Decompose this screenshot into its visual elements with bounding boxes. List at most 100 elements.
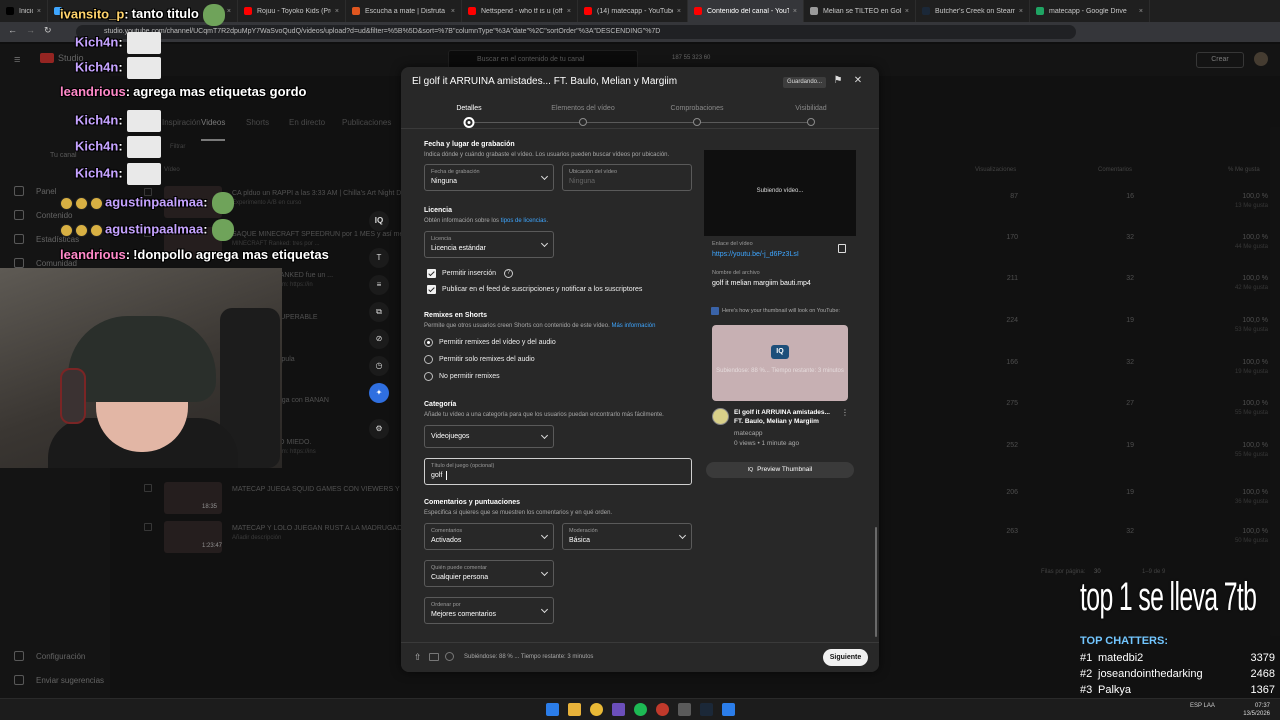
obs-icon[interactable]: [612, 703, 625, 716]
tab-label: matecapp - Google Drive: [1049, 7, 1127, 15]
copy-icon[interactable]: [838, 244, 846, 253]
webcam-overlay: [0, 268, 282, 468]
step-dot-details[interactable]: [463, 117, 475, 128]
spotify-icon[interactable]: [634, 703, 647, 716]
clock-tool-button[interactable]: ◷: [369, 356, 389, 376]
filename-label: Nombre del archivo: [712, 270, 760, 276]
address-bar[interactable]: studio.youtube.com/channel/UCqmT7R2dpuMp…: [76, 25, 1076, 39]
field-value: Activados: [431, 537, 462, 544]
iq-tool-button[interactable]: IQ: [369, 211, 389, 231]
tab-browser[interactable]: matecapp - Google Drive ×: [1030, 0, 1150, 22]
category-desc: Añade tu vídeo a una categoría para que …: [424, 412, 664, 418]
windows-start-icon[interactable]: [546, 703, 559, 716]
clock[interactable]: 07:37 13/5/2026: [1243, 702, 1270, 718]
more-vert-icon[interactable]: ⋮: [841, 408, 849, 417]
close-tab-icon[interactable]: ×: [673, 8, 681, 15]
step-visibility[interactable]: Visibilidad: [795, 105, 826, 112]
reload-icon[interactable]: ↻: [44, 25, 52, 36]
feedback-icon[interactable]: ⚑: [832, 75, 844, 87]
thumbnail-overlay-text: Subiendose: 88 %... Tiempo restante: 3 m…: [716, 368, 844, 374]
step-dot-video-elements[interactable]: [579, 118, 587, 126]
remix-option-radio[interactable]: [424, 338, 433, 347]
sort-by-select[interactable]: Ordenar por Mejores comentarios: [424, 597, 554, 624]
game-title-input[interactable]: Título del juego (opcional) golf: [424, 458, 692, 485]
favicon-icon: [468, 7, 476, 15]
remix-option-radio[interactable]: [424, 355, 433, 364]
license-heading: Licencia: [424, 207, 453, 214]
tag-tool-button[interactable]: ⊘: [369, 329, 389, 349]
dialog-scrollbar[interactable]: [875, 527, 877, 637]
tab-label: Rojuu - Toyoko Kids (Prod By: [257, 7, 331, 15]
tab-browser[interactable]: Escucha a mate | Disfruta de l×: [346, 0, 462, 22]
magic-tool-button[interactable]: ✦: [369, 383, 389, 403]
location-input[interactable]: Ubicación del vídeo Ninguna: [562, 164, 692, 191]
chrome-icon[interactable]: [590, 703, 603, 716]
file-explorer-icon[interactable]: [568, 703, 581, 716]
text-tool-button[interactable]: T: [369, 248, 389, 268]
app-icon[interactable]: [656, 703, 669, 716]
chat-separator: :: [118, 138, 123, 154]
step-video-elements[interactable]: Elementos del vídeo: [551, 105, 614, 112]
close-tab-icon[interactable]: ×: [901, 8, 909, 15]
settings-tool-button[interactable]: ⚙: [369, 419, 389, 439]
license-types-link[interactable]: tipos de licencias: [501, 218, 547, 224]
tab-browser[interactable]: Inicio / X×: [0, 0, 48, 22]
tab-browser[interactable]: Contenido del canal - YouTub×: [688, 0, 804, 22]
close-tab-icon[interactable]: ×: [331, 8, 339, 15]
app-icon[interactable]: [678, 703, 691, 716]
chat-username: Kich4n: [75, 59, 119, 75]
steam-icon[interactable]: [700, 703, 713, 716]
video-preview: Subiendo vídeo...: [704, 150, 856, 236]
comments-select[interactable]: Comentarios Activados: [424, 523, 554, 550]
back-icon[interactable]: ←: [8, 25, 17, 35]
step-details[interactable]: Detalles: [456, 105, 481, 112]
close-tab-icon[interactable]: ×: [563, 8, 571, 15]
app-icon[interactable]: [722, 703, 735, 716]
step-checks[interactable]: Comprobaciones: [671, 105, 724, 112]
tab-browser[interactable]: (14) matecapp - YouTube ×: [578, 0, 688, 22]
close-tab-icon[interactable]: ×: [1135, 8, 1143, 15]
license-desc-text: Obtén información sobre los: [424, 218, 501, 224]
video-link[interactable]: https://youtu.be/-j_d6Pz3LsI: [712, 251, 799, 258]
tab-browser[interactable]: Rojuu - Toyoko Kids (Prod By×: [238, 0, 346, 22]
field-value: Videojuegos: [431, 433, 470, 440]
image-tool-button[interactable]: ⧉: [369, 302, 389, 322]
license-select[interactable]: Licencia Licencia estándar: [424, 231, 554, 258]
chat-separator: :: [203, 194, 208, 210]
publish-feed-checkbox[interactable]: [427, 285, 436, 294]
chevron-down-icon: [540, 431, 549, 440]
chat-message: agustinpaalmaa:: [60, 219, 234, 241]
next-button[interactable]: Siguiente: [823, 649, 868, 666]
chat-username: leandrious: [60, 247, 126, 262]
clock-date: 13/5/2026: [1243, 711, 1270, 717]
step-dot-visibility[interactable]: [807, 118, 815, 126]
close-tab-icon[interactable]: ×: [789, 8, 797, 15]
field-label: Licencia: [431, 236, 452, 242]
allow-embed-checkbox[interactable]: [427, 269, 436, 278]
moderation-select[interactable]: Moderación Básica: [562, 523, 692, 550]
recording-date-select[interactable]: Fecha de grabación Ninguna: [424, 164, 554, 191]
forward-icon[interactable]: →: [26, 25, 35, 35]
tab-browser[interactable]: Butcher's Creek on Steam ×: [916, 0, 1030, 22]
category-select[interactable]: Videojuegos: [424, 425, 554, 448]
step-dot-checks[interactable]: [693, 118, 701, 126]
close-tab-icon[interactable]: ×: [1015, 8, 1023, 15]
emote-icon: [126, 163, 161, 185]
iq-badge-icon: IQ: [771, 345, 789, 359]
favicon-icon: [352, 7, 360, 15]
chevron-down-icon: [540, 605, 549, 614]
who-can-comment-select[interactable]: Quién puede comentar Cualquier persona: [424, 560, 554, 587]
tab-browser[interactable]: Melian se TILTEÓ en Golf It ×: [804, 0, 916, 22]
chat-message: leandrious: !donpollo agrega mas etiqueta…: [60, 247, 329, 262]
language-indicator[interactable]: ESP LAA: [1190, 703, 1215, 709]
remix-option-radio[interactable]: [424, 372, 433, 381]
close-icon[interactable]: ✕: [852, 75, 864, 87]
help-icon[interactable]: ?: [504, 269, 513, 278]
tab-browser[interactable]: Nettspend - who tf is u (offici ×: [462, 0, 578, 22]
more-info-link[interactable]: Más información: [611, 323, 655, 329]
preview-thumbnail-button[interactable]: IQ Preview Thumbnail: [706, 462, 854, 478]
close-tab-icon[interactable]: ×: [33, 8, 41, 15]
category-heading: Categoría: [424, 401, 457, 408]
close-tab-icon[interactable]: ×: [447, 8, 455, 15]
list-tool-button[interactable]: ≡: [369, 275, 389, 295]
